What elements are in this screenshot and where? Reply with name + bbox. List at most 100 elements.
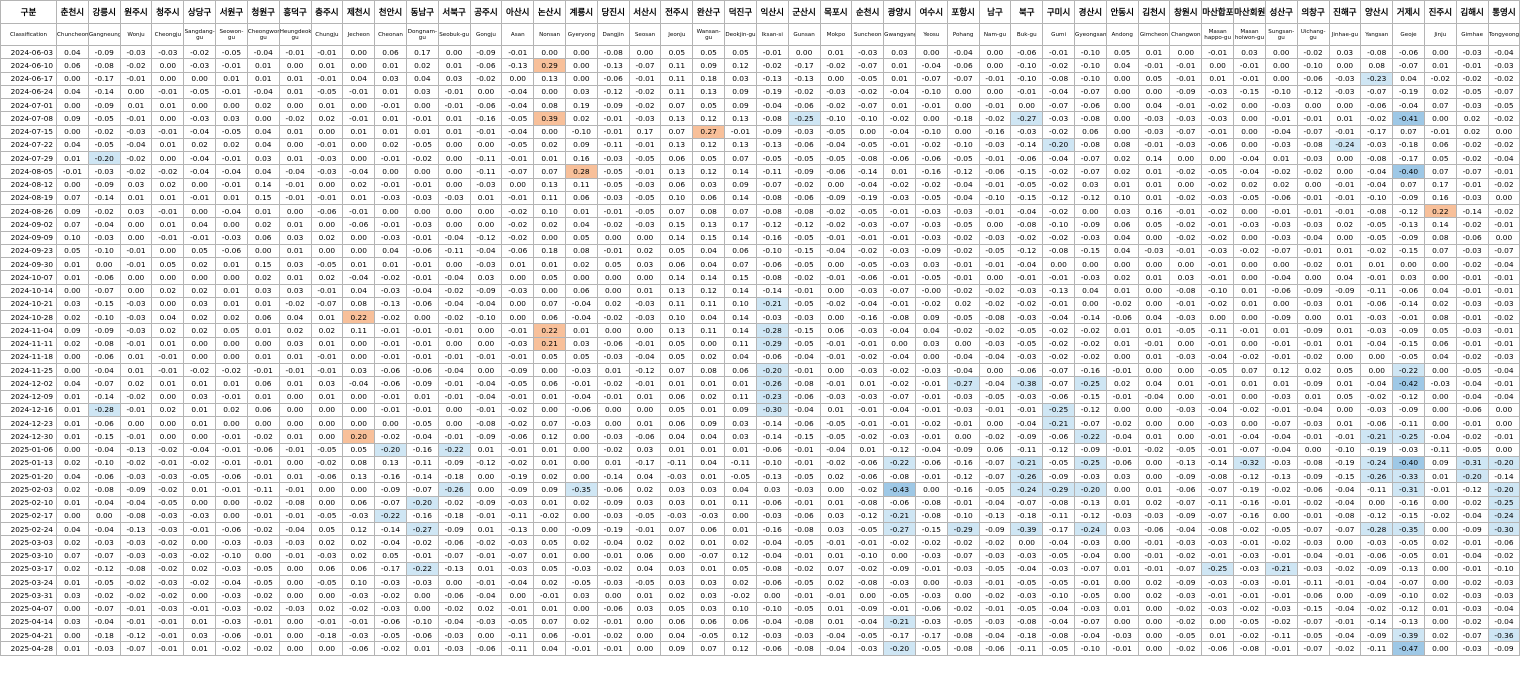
value-cell: 0.00: [1137, 614, 1171, 630]
value-cell: 0.00: [469, 217, 503, 232]
value-cell: -0.16: [755, 230, 789, 245]
value-cell: -0.07: [1074, 150, 1107, 166]
row-date: 2025-02-17: [0, 508, 57, 524]
value-cell: -0.08: [755, 190, 789, 206]
value-cell: 0.01: [533, 389, 566, 404]
value-cell: -0.02: [1042, 203, 1075, 219]
value-cell: -0.06: [1296, 71, 1330, 86]
value-cell: -0.01: [851, 535, 885, 550]
value-cell: -0.15: [787, 429, 821, 444]
value-cell: -0.08: [755, 111, 789, 126]
value-cell: -0.03: [119, 468, 153, 484]
value-cell: -0.05: [628, 203, 662, 219]
column-header-english: Wonju: [119, 23, 153, 46]
value-cell: -0.04: [1233, 429, 1266, 444]
value-cell: 0.01: [1105, 283, 1139, 298]
value-cell: 0.03: [724, 71, 757, 86]
table-row: 2024-09-09 0.10 -0.03 0.00 -0.01 -0.01 -0.03 0.…: [0, 230, 1520, 245]
value-cell: 0.00: [56, 627, 89, 643]
value-cell: -0.05: [246, 561, 280, 577]
value-cell: -0.04: [1264, 429, 1298, 444]
value-cell: -0.01: [1105, 389, 1139, 404]
value-cell: 0.01: [437, 111, 471, 126]
value-cell: 0.05: [342, 442, 376, 457]
column-header-english: Deokjin-gu: [724, 23, 757, 46]
value-cell: -0.01: [310, 190, 344, 206]
value-cell: -0.02: [787, 177, 821, 192]
value-cell: 0.00: [1010, 535, 1044, 550]
value-cell: -0.03: [119, 124, 153, 139]
value-cell: -0.35: [1392, 521, 1425, 537]
value-cell: -0.03: [215, 601, 248, 616]
value-cell: -0.05: [596, 177, 630, 192]
value-cell: 0.00: [469, 362, 503, 378]
value-cell: -0.17: [87, 71, 121, 86]
value-cell: -0.06: [1169, 482, 1203, 497]
value-cell: -0.05: [819, 429, 853, 444]
value-cell: 0.06: [724, 614, 757, 630]
value-cell: 0.00: [1423, 44, 1457, 60]
value-cell: 0.09: [56, 323, 89, 338]
value-cell: 0.01: [56, 256, 89, 272]
value-cell: -0.13: [501, 58, 535, 73]
value-cell: -0.08: [851, 495, 885, 510]
row-date: 2025-03-17: [0, 561, 57, 577]
value-cell: -0.04: [1042, 601, 1075, 616]
value-cell: 0.08: [1423, 230, 1457, 245]
row-date: 2025-04-14: [0, 614, 57, 630]
value-cell: -0.06: [374, 376, 407, 391]
value-cell: -0.01: [883, 296, 916, 312]
value-cell: 0.01: [1328, 415, 1362, 431]
value-cell: -0.03: [1264, 97, 1298, 113]
value-cell: -0.08: [946, 627, 980, 643]
value-cell: -0.23: [1360, 71, 1394, 86]
value-cell: 0.00: [1105, 402, 1139, 418]
value-cell: -0.02: [501, 455, 535, 471]
value-cell: -0.05: [596, 164, 630, 179]
value-cell: 0.03: [1233, 44, 1266, 60]
value-cell: -0.04: [819, 137, 853, 153]
value-cell: -0.02: [501, 203, 535, 219]
value-cell: -0.13: [501, 521, 535, 537]
value-cell: -0.01: [310, 44, 344, 60]
column-header-english: Geoje: [1392, 23, 1425, 46]
value-cell: -0.12: [1392, 601, 1425, 616]
value-cell: -0.01: [1455, 177, 1489, 192]
value-cell: 0.08: [1105, 137, 1139, 153]
value-cell: 0.00: [1328, 230, 1362, 245]
value-cell: -0.05: [1042, 548, 1075, 563]
value-cell: 0.01: [278, 71, 312, 86]
value-cell: -0.10: [87, 309, 121, 325]
value-cell: -0.08: [978, 309, 1012, 325]
row-date: 2024-07-15: [0, 124, 57, 139]
value-cell: 0.00: [1487, 402, 1520, 418]
value-cell: 0.01: [1105, 177, 1139, 192]
value-cell: -0.04: [87, 362, 121, 378]
value-cell: -0.15: [1074, 389, 1107, 404]
value-cell: 0.01: [851, 442, 885, 457]
value-cell: -0.14: [1074, 309, 1107, 325]
value-cell: -0.06: [914, 455, 948, 471]
value-cell: 0.06: [374, 44, 407, 60]
value-cell: -0.02: [1264, 482, 1298, 497]
value-cell: 0.00: [1233, 137, 1266, 153]
value-cell: 0.00: [1105, 588, 1139, 603]
value-cell: -0.12: [119, 627, 153, 643]
value-cell: 0.00: [56, 601, 89, 616]
value-cell: 0.00: [469, 323, 503, 338]
value-cell: 0.01: [819, 614, 853, 630]
value-cell: -0.05: [914, 270, 948, 285]
column-header-english: Seobuk-gu: [437, 23, 471, 46]
value-cell: 0.03: [183, 627, 217, 643]
value-cell: 0.06: [533, 376, 566, 391]
value-cell: -0.01: [1169, 97, 1203, 113]
value-cell: 0.04: [374, 243, 407, 259]
value-cell: -0.07: [883, 389, 916, 404]
value-cell: 0.00: [342, 97, 376, 113]
value-cell: -0.03: [1455, 601, 1489, 616]
value-cell: -0.06: [1360, 296, 1394, 312]
value-cell: -0.05: [628, 190, 662, 206]
value-cell: -0.01: [1296, 429, 1330, 444]
value-cell: -0.04: [851, 296, 885, 312]
value-cell: -0.02: [437, 283, 471, 298]
